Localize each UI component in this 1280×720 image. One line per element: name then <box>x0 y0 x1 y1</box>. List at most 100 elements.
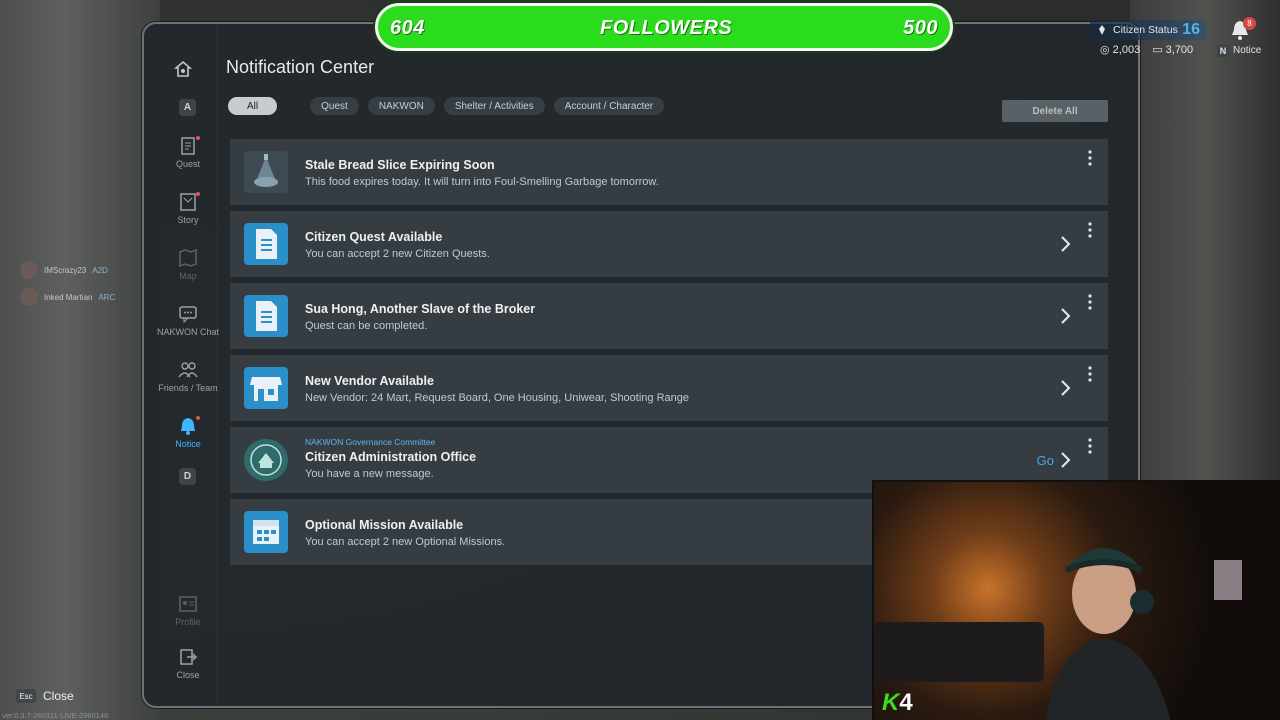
more-options-icon[interactable] <box>1088 222 1094 238</box>
notification-title: Sua Hong, Another Slave of the Broker <box>305 302 536 316</box>
citizen-status[interactable]: Citizen Status 16 <box>1090 20 1206 40</box>
sidebar-item-friends[interactable]: Friends / Team <box>144 360 232 394</box>
logo-number: 4 <box>899 689 913 716</box>
filter-all[interactable]: All <box>228 97 278 115</box>
seal-icon <box>244 439 288 481</box>
key-hint-a: A <box>179 99 196 116</box>
chat-icon <box>179 306 197 324</box>
filter-account-character[interactable]: Account / Character <box>553 97 665 115</box>
more-options-icon[interactable] <box>1088 294 1094 310</box>
party-member-tag: A2D <box>92 265 108 275</box>
notification-title: Citizen Administration Office <box>305 450 477 464</box>
currency-b-value: 3,700 <box>1165 44 1194 56</box>
currency-display: ◎ 2,003 ▭ 3,700 <box>1100 43 1193 56</box>
notification-desc: Quest can be completed. <box>305 320 428 332</box>
followers-current: 604 <box>390 17 425 39</box>
bread-icon <box>244 151 288 193</box>
go-button[interactable]: Go <box>1037 453 1054 468</box>
avatar <box>20 288 38 306</box>
channel-logo: K4 <box>882 689 913 717</box>
avatar <box>20 261 38 279</box>
filter-nakwon[interactable]: NAKWON <box>367 97 435 115</box>
webcam-overlay: K4 <box>872 480 1280 720</box>
quest-icon <box>181 137 195 155</box>
more-options-icon[interactable] <box>1088 150 1094 166</box>
citizen-status-label: Citizen Status <box>1113 24 1178 36</box>
sidebar-item-close[interactable]: Close <box>144 647 232 681</box>
followers-label: FOLLOWERS <box>600 17 733 39</box>
notification-desc: You have a new message. <box>305 468 434 480</box>
home-icon[interactable] <box>173 60 196 80</box>
filter-quest[interactable]: Quest <box>310 97 359 115</box>
background-left <box>0 0 160 720</box>
chevron-right-icon[interactable] <box>1058 307 1072 325</box>
sidebar-item-label: Friends / Team <box>158 383 218 393</box>
profile-icon <box>179 596 197 612</box>
bell-icon <box>181 418 195 435</box>
sidebar-item-label: Story <box>177 215 199 225</box>
notification-item[interactable]: Sua Hong, Another Slave of the Broker Qu… <box>230 283 1108 349</box>
unread-dot <box>196 192 200 196</box>
sidebar-item-profile[interactable]: Profile <box>144 594 232 628</box>
page-title: Notification Center <box>226 57 375 77</box>
sidebar-item-label: Quest <box>175 159 200 169</box>
document-icon <box>244 295 288 337</box>
filter-shelter-activities[interactable]: Shelter / Activities <box>443 97 545 115</box>
currency-a-value: 2,003 <box>1112 44 1141 56</box>
notification-title: New Vendor Available <box>305 374 434 388</box>
party-member[interactable]: Inked Martian ARC <box>20 288 115 306</box>
party-member-name: Inked Martian <box>44 292 93 302</box>
version-text: ver.0.3.7-260311-LIVE-2960148 <box>2 711 109 720</box>
citizen-level: 16 <box>1182 21 1200 38</box>
close-label: Close <box>43 689 74 703</box>
chevron-right-icon[interactable] <box>1058 379 1072 397</box>
currency-a: ◎ 2,003 <box>1100 44 1141 56</box>
sidebar-item-label: Close <box>176 670 200 680</box>
more-options-icon[interactable] <box>1088 366 1094 382</box>
party-member[interactable]: IMScrazy23 A2D <box>20 261 108 279</box>
sidebar-item-story[interactable]: Story <box>144 192 232 226</box>
unread-dot <box>196 136 200 140</box>
sidebar-item-map[interactable]: Map <box>144 248 232 282</box>
filter-tabs: All Quest NAKWON Shelter / Activities Ac… <box>228 97 665 115</box>
notification-title: Citizen Quest Available <box>305 230 443 244</box>
story-icon <box>180 193 196 211</box>
more-options-icon[interactable] <box>1088 438 1094 454</box>
sidebar-item-label: Map <box>179 271 197 281</box>
notification-item[interactable]: New Vendor Available New Vendor: 24 Mart… <box>230 355 1108 421</box>
sidebar-item-label: Notice <box>175 439 201 449</box>
notification-desc: You can accept 2 new Citizen Quests. <box>305 248 490 260</box>
friends-icon <box>178 362 198 378</box>
sidebar-item-chat[interactable]: NAKWON Chat <box>144 304 232 338</box>
logo-letter: K <box>882 689 900 716</box>
notification-item[interactable]: Citizen Quest Available You can accept 2… <box>230 211 1108 277</box>
unread-dot <box>196 416 200 420</box>
close-hint[interactable]: Esc Close <box>16 689 74 703</box>
sidebar: A Quest Story Map NAKWON Chat Friends / … <box>144 24 219 706</box>
sidebar-item-label: NAKWON Chat <box>156 327 219 337</box>
webcam-monitor <box>1214 560 1242 600</box>
sidebar-item-label: Profile <box>175 617 201 627</box>
sidebar-item-quest[interactable]: Quest <box>144 136 232 170</box>
followers-goal: 500 <box>903 17 938 39</box>
party-member-name: IMScrazy23 <box>44 265 87 275</box>
key-hint-n: N <box>1217 44 1229 57</box>
document-icon <box>244 223 288 265</box>
notification-item[interactable]: Stale Bread Slice Expiring Soon This foo… <box>230 139 1108 205</box>
exit-icon <box>180 649 198 665</box>
notification-sender: NAKWON Governance Committee <box>305 437 436 447</box>
notification-count-badge: 8 <box>1243 17 1256 30</box>
party-member-tag: ARC <box>98 292 116 302</box>
key-hint-d: D <box>179 468 196 485</box>
notice-shortcut[interactable]: N Notice <box>1217 44 1261 57</box>
chevron-right-icon[interactable] <box>1058 451 1072 469</box>
sidebar-item-notice[interactable]: Notice <box>144 416 232 450</box>
streamer-figure <box>1045 548 1171 720</box>
chevron-right-icon[interactable] <box>1058 235 1072 253</box>
notice-label: Notice <box>1233 45 1262 56</box>
notification-title: Stale Bread Slice Expiring Soon <box>305 158 495 172</box>
delete-all-button[interactable]: Delete All <box>1002 100 1108 122</box>
notification-title: Optional Mission Available <box>305 518 464 532</box>
notification-desc: New Vendor: 24 Mart, Request Board, One … <box>305 392 690 404</box>
citizen-icon <box>1099 25 1105 35</box>
